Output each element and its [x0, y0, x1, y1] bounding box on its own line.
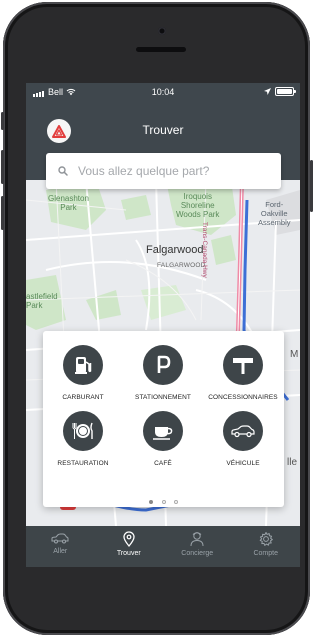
category-restauration[interactable]: RESTAURATION: [43, 411, 123, 467]
location-arrow-icon: [264, 88, 271, 95]
dealership-sign-icon: [223, 345, 263, 385]
tab-concierge[interactable]: Concierge: [163, 526, 232, 567]
page-dot-2[interactable]: [161, 500, 166, 504]
map-label-castlefield: astlefield Park: [26, 292, 58, 310]
location-pin-icon: [123, 531, 135, 547]
concierge-person-icon: [190, 532, 204, 547]
map-label-falgarwood: Falgarwood: [146, 244, 204, 256]
category-card: CARBURANT STATIONNEMENT CONCESSIONNAIRES: [43, 331, 284, 507]
category-label-concessionnaires: CONCESSIONNAIRES: [208, 394, 278, 401]
tab-trouver[interactable]: Trouver: [95, 526, 164, 567]
tab-compte[interactable]: Compte: [232, 526, 301, 567]
search-input[interactable]: [76, 163, 270, 179]
category-cafe[interactable]: CAFÉ: [123, 411, 203, 467]
status-bar: Bell 10:04: [26, 83, 300, 101]
map-label-ford-oakville: Ford- Oakville Assembly: [258, 200, 291, 227]
plate-cutlery-icon: [63, 411, 103, 451]
map-label-falgarwood-small: FALGARWOOD: [157, 262, 206, 269]
map-label-glenashton: Glenashton Park: [48, 194, 89, 212]
car-icon: [51, 533, 69, 544]
page-dot-1[interactable]: [149, 500, 154, 504]
car-icon: [223, 411, 263, 451]
search-icon: [58, 166, 68, 176]
mute-switch: [1, 112, 4, 130]
volume-down-button: [1, 196, 4, 230]
earpiece-speaker: [136, 47, 186, 52]
app-screen: Bell 10:04 Trouver Glenashton Park Iroqu…: [26, 83, 300, 567]
category-concessionnaires[interactable]: CONCESSIONNAIRES: [203, 345, 283, 401]
power-button: [310, 160, 313, 212]
fuel-pump-icon: [63, 345, 103, 385]
map-label-edge-m: M: [290, 349, 299, 360]
coffee-cup-icon: [143, 411, 183, 451]
category-label-cafe: CAFÉ: [154, 460, 172, 467]
status-time: 10:04: [151, 87, 175, 97]
category-carburant[interactable]: CARBURANT: [43, 345, 123, 401]
map-label-edge-lle: lle: [287, 457, 298, 468]
page-indicator[interactable]: [43, 491, 284, 509]
map-label-highway: Trans-Canada Hwy: [201, 222, 208, 278]
category-label-restauration: RESTAURATION: [57, 460, 109, 467]
battery-icon: [275, 87, 296, 96]
volume-up-button: [1, 150, 4, 184]
parking-icon: [143, 345, 183, 385]
tab-label-compte: Compte: [253, 550, 278, 557]
gear-icon: [259, 532, 273, 546]
status-right: [264, 87, 296, 96]
search-bar[interactable]: [46, 153, 281, 189]
page-title: Trouver: [142, 123, 184, 137]
map-label-iroquois: Iroquois Shoreline Woods Park: [176, 192, 220, 219]
category-label-carburant: CARBURANT: [62, 394, 104, 401]
page-dot-3[interactable]: [173, 500, 178, 504]
tab-label-aller: Aller: [53, 548, 68, 555]
front-camera: [158, 27, 166, 35]
category-vehicule[interactable]: VÉHICULE: [203, 411, 283, 467]
tab-aller[interactable]: Aller: [26, 526, 95, 567]
tab-bar: Aller Trouver Concierge Compte: [26, 526, 300, 567]
category-label-vehicule: VÉHICULE: [226, 460, 260, 467]
category-stationnement[interactable]: STATIONNEMENT: [123, 345, 203, 401]
category-label-stationnement: STATIONNEMENT: [135, 394, 191, 401]
tab-label-concierge: Concierge: [181, 550, 214, 557]
tab-label-trouver: Trouver: [116, 550, 141, 557]
